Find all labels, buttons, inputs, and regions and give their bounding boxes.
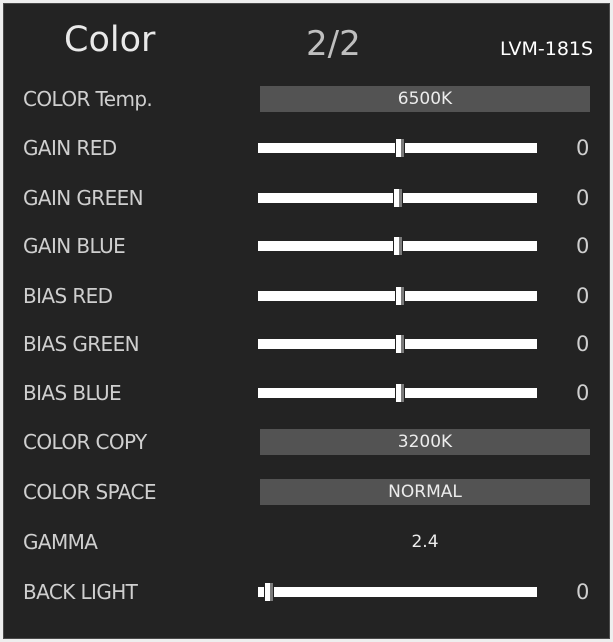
color-temp-label: COLOR Temp. (23, 87, 153, 111)
bias-blue-row[interactable]: BIAS BLUE 0 (4, 373, 609, 413)
gain-blue-slider-thumb[interactable] (392, 236, 403, 256)
bias-blue-slider-thumb[interactable] (395, 383, 406, 403)
bias-red-row[interactable]: BIAS RED 0 (4, 276, 609, 316)
gain-red-label: GAIN RED (23, 136, 117, 160)
color-copy-label: COLOR COPY (23, 430, 147, 454)
back-light-value: 0 (576, 580, 590, 604)
osd-menu: Color 2/2 LVM-181S COLOR Temp. 6500K GAI… (3, 3, 610, 639)
color-temp-value[interactable]: 6500K (260, 86, 590, 112)
gain-blue-row[interactable]: GAIN BLUE 0 (4, 226, 609, 266)
gain-blue-slider[interactable] (258, 236, 537, 256)
color-space-label: COLOR SPACE (23, 480, 157, 504)
back-light-row[interactable]: BACK LIGHT 0 (4, 572, 609, 612)
gain-red-slider[interactable] (258, 138, 537, 158)
bias-red-slider-thumb[interactable] (395, 286, 406, 306)
gain-green-slider[interactable] (258, 188, 537, 208)
color-space-value[interactable]: NORMAL (260, 479, 590, 505)
color-copy-row[interactable]: COLOR COPY 3200K (4, 422, 609, 462)
gain-red-value: 0 (576, 136, 590, 160)
bias-red-slider[interactable] (258, 286, 537, 306)
gamma-value[interactable]: 2.4 (260, 522, 590, 562)
gain-green-value: 0 (576, 186, 590, 210)
color-space-row[interactable]: COLOR SPACE NORMAL (4, 472, 609, 512)
page-indicator: 2/2 (306, 24, 361, 64)
gain-red-row[interactable]: GAIN RED 0 (4, 128, 609, 168)
gain-green-slider-thumb[interactable] (392, 188, 403, 208)
color-temp-row[interactable]: COLOR Temp. 6500K (4, 79, 609, 119)
menu-title: Color (64, 20, 156, 60)
bias-red-value: 0 (576, 284, 590, 308)
bias-green-label: BIAS GREEN (23, 332, 140, 356)
bias-blue-slider[interactable] (258, 383, 537, 403)
bias-green-slider-thumb[interactable] (395, 334, 406, 354)
bias-green-slider[interactable] (258, 334, 537, 354)
gain-green-label: GAIN GREEN (23, 186, 144, 210)
gamma-row[interactable]: GAMMA 2.4 (4, 522, 609, 562)
gain-red-slider-thumb[interactable] (395, 138, 406, 158)
back-light-slider[interactable] (258, 582, 537, 602)
bias-blue-value: 0 (576, 381, 590, 405)
color-copy-value[interactable]: 3200K (260, 429, 590, 455)
bias-green-row[interactable]: BIAS GREEN 0 (4, 324, 609, 364)
bias-red-label: BIAS RED (23, 284, 113, 308)
gamma-label: GAMMA (23, 530, 98, 554)
back-light-label: BACK LIGHT (23, 580, 138, 604)
gain-blue-label: GAIN BLUE (23, 234, 126, 258)
back-light-slider-thumb[interactable] (264, 582, 275, 602)
bias-green-value: 0 (576, 332, 590, 356)
model-name: LVM-181S (500, 38, 594, 60)
gain-blue-value: 0 (576, 234, 590, 258)
bias-blue-label: BIAS BLUE (23, 381, 122, 405)
gain-green-row[interactable]: GAIN GREEN 0 (4, 178, 609, 218)
